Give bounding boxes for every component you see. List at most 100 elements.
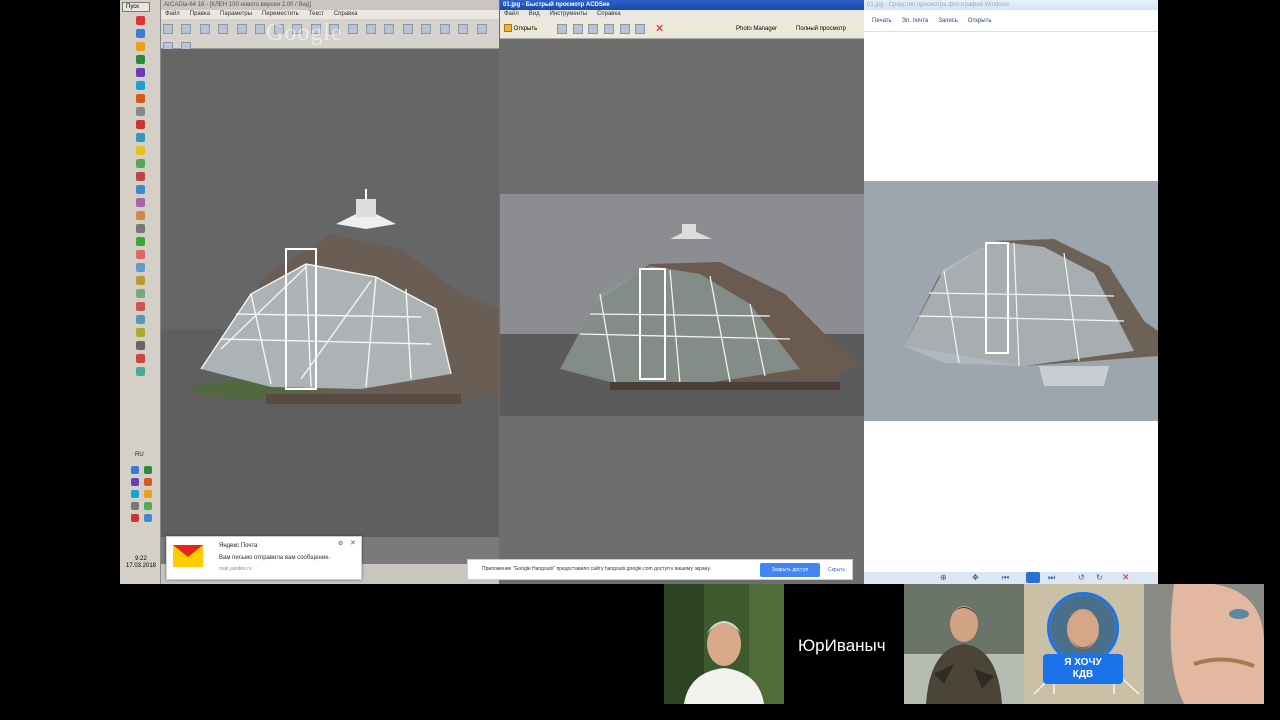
cad-tool-icon[interactable] [365,24,376,34]
taskbar-app-icon[interactable] [136,55,145,64]
taskbar-app-icon[interactable] [136,133,145,142]
taskbar-app-icon[interactable] [136,367,145,376]
cad-tool-icon[interactable] [163,24,173,34]
taskbar-app-icon[interactable] [136,42,145,51]
menu-item[interactable]: Правка [190,11,210,17]
tray-icon[interactable] [144,466,152,474]
cad-tool-icon[interactable] [181,24,192,34]
taskbar-app-icon[interactable] [136,81,145,90]
previous-icon[interactable]: ⏮ [1002,573,1009,583]
taskbar-app-icon[interactable] [136,94,145,103]
taskbar-app-icon[interactable] [136,107,145,116]
taskbar-app-icon[interactable] [136,276,145,285]
rotate-right-icon[interactable]: ↻ [1096,573,1103,582]
taskbar-app-icon[interactable] [136,263,145,272]
folder-icon [504,24,512,33]
stop-sharing-button[interactable]: Закрыть доступ [760,563,820,577]
prev-icon[interactable] [557,24,567,34]
command-item[interactable]: Печать [872,18,892,24]
tray-icon[interactable] [131,502,139,510]
menu-item[interactable]: Текст [309,11,324,17]
rotate-right-icon[interactable] [604,24,615,34]
zoom-out-icon[interactable] [635,24,646,34]
taskbar-app-icon[interactable] [136,120,145,129]
delete-icon[interactable]: ✕ [655,24,664,35]
slideshow-icon[interactable] [1026,572,1040,583]
hide-link[interactable]: Скрыть [828,567,845,573]
menu-item[interactable]: Справка [334,11,358,17]
command-item[interactable]: Открыть [968,18,992,24]
menu-item[interactable]: Справка [597,11,621,17]
menu-item[interactable]: Файл [504,11,519,17]
gear-icon[interactable]: ⚙ [338,540,344,547]
tray-icon[interactable] [144,490,152,498]
mail-notification[interactable]: Яндекс Почта Вам письмо отправила вам со… [166,536,362,580]
tray-icon[interactable] [131,490,139,498]
participant-thumb-2[interactable] [904,584,1024,704]
taskbar-app-icon[interactable] [136,211,145,220]
tray-icon[interactable] [144,514,152,522]
delete-icon[interactable]: ✕ [1122,572,1130,583]
cad-tool-icon[interactable] [347,24,358,34]
menu-item[interactable]: Переместить [262,11,299,17]
next-icon[interactable]: ⏭ [1048,573,1055,583]
tray-icon[interactable] [131,514,139,522]
cad-tool-icon[interactable] [236,24,247,34]
participant-thumb-4[interactable] [1144,584,1264,704]
taskbar-app-icon[interactable] [136,29,145,38]
cad-tool-icon[interactable] [218,24,229,34]
acdsee-image-view[interactable] [500,194,864,416]
taskbar-app-icon[interactable] [136,16,145,25]
zoom-in-icon[interactable] [619,24,630,34]
system-clock[interactable]: 9:22 17.03.2018 [124,556,158,570]
open-button[interactable]: Открыть [504,19,537,39]
menu-item[interactable]: Файл [165,11,180,17]
taskbar-app-icon[interactable] [136,289,145,298]
cad-3d-viewport[interactable] [161,49,499,537]
taskbar-app-icon[interactable] [136,185,145,194]
language-indicator[interactable]: RU [135,452,144,458]
start-button[interactable]: Пуск [122,2,150,12]
menu-item[interactable]: Параметры [220,11,252,17]
cad-title: ArCADia-64 16 - [КЛЕН 100 нового версия … [161,0,499,10]
cad-tool-icon[interactable] [199,24,210,34]
menu-item[interactable]: Вид [529,11,540,17]
photo-viewer-image[interactable] [864,181,1158,421]
taskbar-app-icon[interactable] [136,68,145,77]
command-item[interactable]: Эл. почта [902,18,929,24]
cad-tool-icon[interactable] [384,24,395,34]
cad-tool-icon[interactable] [439,24,450,34]
taskbar-app-icon[interactable] [136,224,145,233]
taskbar-app-icon[interactable] [136,146,145,155]
taskbar-app-icon[interactable] [136,237,145,246]
taskbar-app-icon[interactable] [136,172,145,181]
fit-icon[interactable]: ✥ [972,573,979,582]
taskbar-app-icon[interactable] [136,198,145,207]
zoom-icon[interactable]: ⊕ [940,573,947,582]
rotate-left-icon[interactable]: ↺ [1078,573,1085,582]
menu-item[interactable]: Инструменты [550,11,587,17]
command-item[interactable]: Запись [938,18,958,24]
tray-icon[interactable] [144,478,152,486]
taskbar-app-icon[interactable] [136,354,145,363]
taskbar-app-icon[interactable] [136,315,145,324]
participant-thumb-1[interactable] [664,584,784,704]
taskbar-app-icon[interactable] [136,250,145,259]
rotate-left-icon[interactable] [588,24,599,34]
tray-icon[interactable] [144,502,152,510]
photo-manager-button[interactable]: Photo Manager [736,19,777,39]
close-icon[interactable]: ✕ [350,539,356,547]
taskbar-app-icon[interactable] [136,341,145,350]
next-icon[interactable] [572,24,583,34]
cad-tool-icon[interactable] [458,24,469,34]
fullscreen-button[interactable]: Полный просмотр [796,19,846,39]
taskbar-app-icon[interactable] [136,159,145,168]
tray-icon[interactable] [131,478,139,486]
cad-tool-icon[interactable] [476,24,487,34]
cad-tool-icon[interactable] [255,24,266,34]
cad-tool-icon[interactable] [402,24,413,34]
taskbar-app-icon[interactable] [136,328,145,337]
cad-tool-icon[interactable] [421,24,432,34]
tray-icon[interactable] [131,466,139,474]
taskbar-app-icon[interactable] [136,302,145,311]
